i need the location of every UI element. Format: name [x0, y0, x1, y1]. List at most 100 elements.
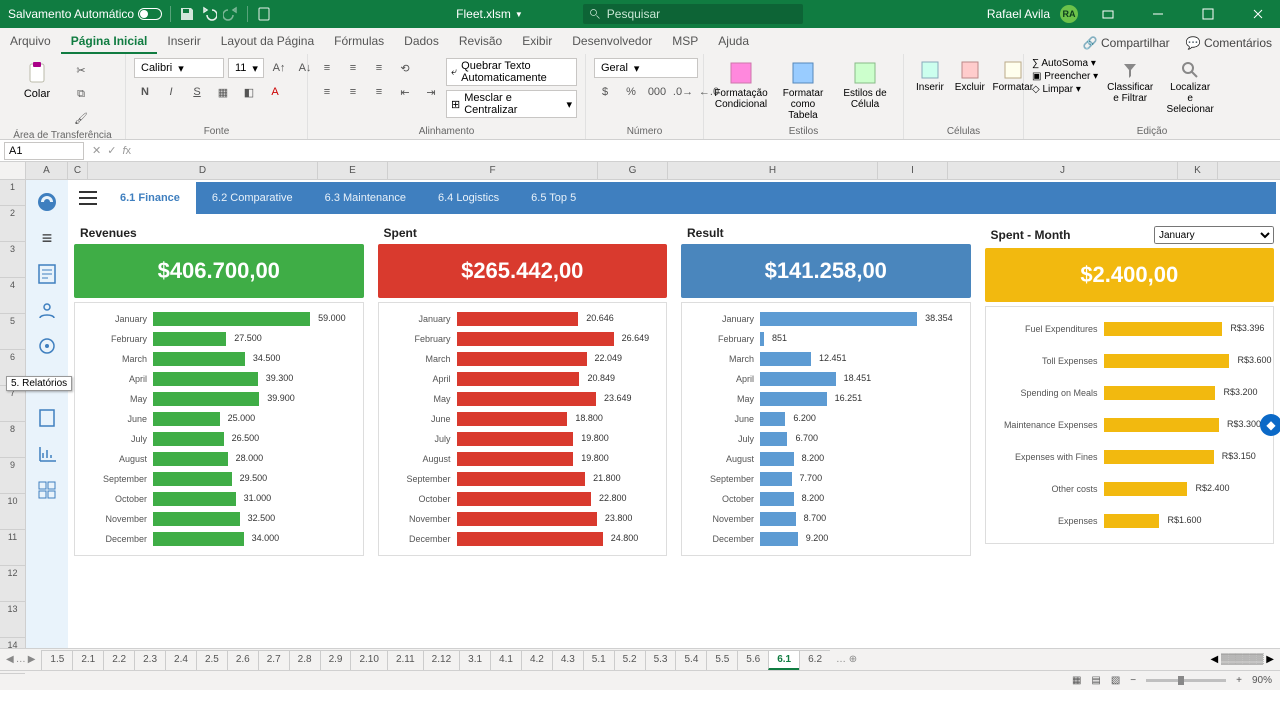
sheet-tab[interactable]: 5.6: [737, 650, 769, 670]
menu-tab-fórmulas[interactable]: Fórmulas: [324, 29, 394, 54]
borders-icon[interactable]: ▦: [212, 82, 234, 102]
font-name-combo[interactable]: Calibri▾: [134, 58, 224, 78]
sheet-tab[interactable]: 4.3: [552, 650, 584, 670]
autosave-toggle[interactable]: Salvamento Automático: [8, 7, 162, 21]
share-button[interactable]: 🔗 Compartilhar: [1075, 32, 1178, 54]
menu-tab-exibir[interactable]: Exibir: [512, 29, 562, 54]
sheet-tab[interactable]: 6.1: [768, 650, 800, 670]
user-name[interactable]: Rafael Avila: [987, 7, 1050, 21]
orientation-icon[interactable]: ⟲: [394, 58, 416, 78]
menu-tab-arquivo[interactable]: Arquivo: [0, 29, 61, 54]
row-header[interactable]: 7: [0, 386, 25, 422]
sheet-tab[interactable]: 2.4: [165, 650, 197, 670]
menu-tab-revisão[interactable]: Revisão: [449, 29, 512, 54]
delete-cells-button[interactable]: Excluir: [952, 58, 988, 95]
align-bottom-icon[interactable]: ≡: [368, 58, 390, 78]
menu-tab-dados[interactable]: Dados: [394, 29, 449, 54]
select-all-corner[interactable]: [0, 162, 26, 179]
sheet-tab[interactable]: 1.5: [41, 650, 73, 670]
row-header[interactable]: 4: [0, 278, 25, 314]
menu-tab-ajuda[interactable]: Ajuda: [708, 29, 759, 54]
zoom-in-icon[interactable]: +: [1236, 675, 1242, 686]
touch-icon[interactable]: [256, 6, 272, 22]
formula-input[interactable]: [137, 142, 1276, 160]
sheet-tab[interactable]: 5.3: [645, 650, 677, 670]
sheet-tab[interactable]: 2.8: [289, 650, 321, 670]
menu-icon[interactable]: ≡: [42, 228, 53, 249]
col-header[interactable]: F: [388, 162, 598, 179]
indent-inc-icon[interactable]: ⇥: [420, 82, 442, 102]
sheet-tab[interactable]: 2.3: [134, 650, 166, 670]
col-header[interactable]: I: [878, 162, 948, 179]
search-input[interactable]: Pesquisar: [583, 4, 803, 24]
sheet-tab[interactable]: 2.7: [258, 650, 290, 670]
doc-icon[interactable]: [36, 407, 58, 429]
col-header[interactable]: H: [668, 162, 878, 179]
col-header[interactable]: J: [948, 162, 1178, 179]
sheet-tab[interactable]: 5.5: [706, 650, 738, 670]
cut-icon[interactable]: ✂: [70, 60, 92, 80]
view-normal-icon[interactable]: ▦: [1072, 675, 1081, 686]
sheet-tab[interactable]: 3.1: [459, 650, 491, 670]
wrap-text-button[interactable]: ⤶ Quebrar Texto Automaticamente: [446, 58, 577, 86]
align-top-icon[interactable]: ≡: [316, 58, 338, 78]
insert-cells-button[interactable]: Inserir: [912, 58, 948, 95]
dash-tab[interactable]: 6.3 Maintenance: [309, 182, 422, 214]
maximize-icon[interactable]: [1188, 0, 1228, 28]
sheet-tab[interactable]: 2.6: [227, 650, 259, 670]
col-header[interactable]: G: [598, 162, 668, 179]
sheet-tab[interactable]: 5.4: [675, 650, 707, 670]
column-headers[interactable]: ACDEFGHIJK: [0, 162, 1280, 180]
fx-icon[interactable]: fx: [122, 145, 131, 157]
sheet-nav-first-icon[interactable]: ◀: [6, 654, 14, 665]
sheet-tab[interactable]: 2.5: [196, 650, 228, 670]
row-header[interactable]: 8: [0, 422, 25, 458]
align-middle-icon[interactable]: ≡: [342, 58, 364, 78]
view-layout-icon[interactable]: ▤: [1091, 675, 1100, 686]
enter-formula-icon[interactable]: ✓: [107, 144, 116, 157]
italic-button[interactable]: I: [160, 82, 182, 102]
col-header[interactable]: E: [318, 162, 388, 179]
col-header[interactable]: D: [88, 162, 318, 179]
comma-icon[interactable]: 000: [646, 82, 668, 102]
row-header[interactable]: 11: [0, 530, 25, 566]
filename[interactable]: Fleet.xlsm ▼: [456, 7, 523, 21]
gear-icon[interactable]: [36, 335, 58, 357]
ribbon-display-icon[interactable]: [1088, 0, 1128, 28]
row-header[interactable]: 1: [0, 180, 25, 206]
report-icon[interactable]: [36, 263, 58, 285]
col-header[interactable]: C: [68, 162, 88, 179]
dash-tab[interactable]: 6.5 Top 5: [515, 182, 592, 214]
dash-tab[interactable]: 6.4 Logistics: [422, 182, 515, 214]
sheet-tab[interactable]: 2.11: [387, 650, 424, 670]
name-box[interactable]: A1: [4, 142, 84, 160]
sheet-nav-last-icon[interactable]: ▶: [28, 654, 36, 665]
menu-tab-página-inicial[interactable]: Página Inicial: [61, 29, 158, 54]
increase-font-icon[interactable]: A↑: [268, 58, 290, 78]
logo-icon[interactable]: [35, 190, 59, 214]
dash-tab[interactable]: 6.2 Comparative: [196, 182, 309, 214]
sheet-tab[interactable]: 2.2: [103, 650, 135, 670]
sheet-tab[interactable]: 6.2: [799, 650, 830, 670]
sheet-tab[interactable]: 4.1: [490, 650, 522, 670]
row-header[interactable]: 10: [0, 494, 25, 530]
month-select[interactable]: January: [1154, 226, 1274, 244]
menu-tab-msp[interactable]: MSP: [662, 29, 708, 54]
menu-tab-inserir[interactable]: Inserir: [157, 29, 210, 54]
users-icon[interactable]: [36, 299, 58, 321]
dropbox-badge-icon[interactable]: ◆: [1260, 414, 1280, 436]
dash-tab[interactable]: 6.1 Finance: [104, 182, 196, 214]
bold-button[interactable]: N: [134, 82, 156, 102]
cell-styles-button[interactable]: Estilos de Célula: [836, 58, 894, 112]
row-header[interactable]: 13: [0, 602, 25, 638]
cond-format-button[interactable]: Formatação Condicional: [712, 58, 770, 112]
sheet-tab[interactable]: 4.2: [521, 650, 553, 670]
copy-icon[interactable]: ⧉: [70, 84, 92, 104]
sort-filter-button[interactable]: Classificar e Filtrar: [1102, 58, 1158, 106]
row-header[interactable]: 9: [0, 458, 25, 494]
find-select-button[interactable]: Localizar e Selecionar: [1162, 58, 1218, 117]
fill-color-icon[interactable]: ◧: [238, 82, 260, 102]
zoom-level[interactable]: 90%: [1252, 675, 1272, 686]
cancel-formula-icon[interactable]: ✕: [92, 144, 101, 157]
indent-dec-icon[interactable]: ⇤: [394, 82, 416, 102]
